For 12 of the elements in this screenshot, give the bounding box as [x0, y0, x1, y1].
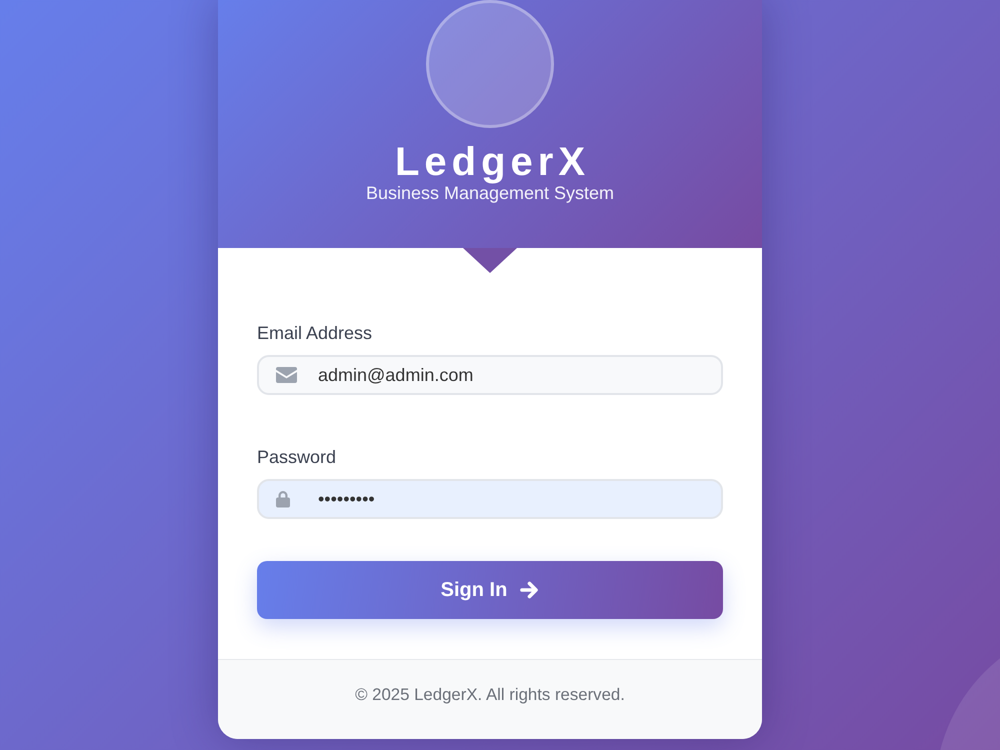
field-label: Password [257, 446, 336, 468]
lock-icon [276, 490, 290, 508]
down-triangle-icon [463, 248, 517, 273]
envelope-icon [276, 367, 297, 383]
password-field[interactable]: ••••••••• [257, 479, 723, 519]
app-subtitle: Business Management System [366, 183, 614, 204]
app-title: LedgerX [394, 142, 590, 182]
copyright-text: © 2025 LedgerX. All rights reserved. [355, 685, 625, 705]
arrow-right-icon [519, 581, 540, 599]
field-label: Email Address [257, 322, 372, 344]
sign-in-button[interactable]: Sign In [257, 561, 723, 619]
email-field[interactable]: admin@admin.com [257, 355, 723, 395]
